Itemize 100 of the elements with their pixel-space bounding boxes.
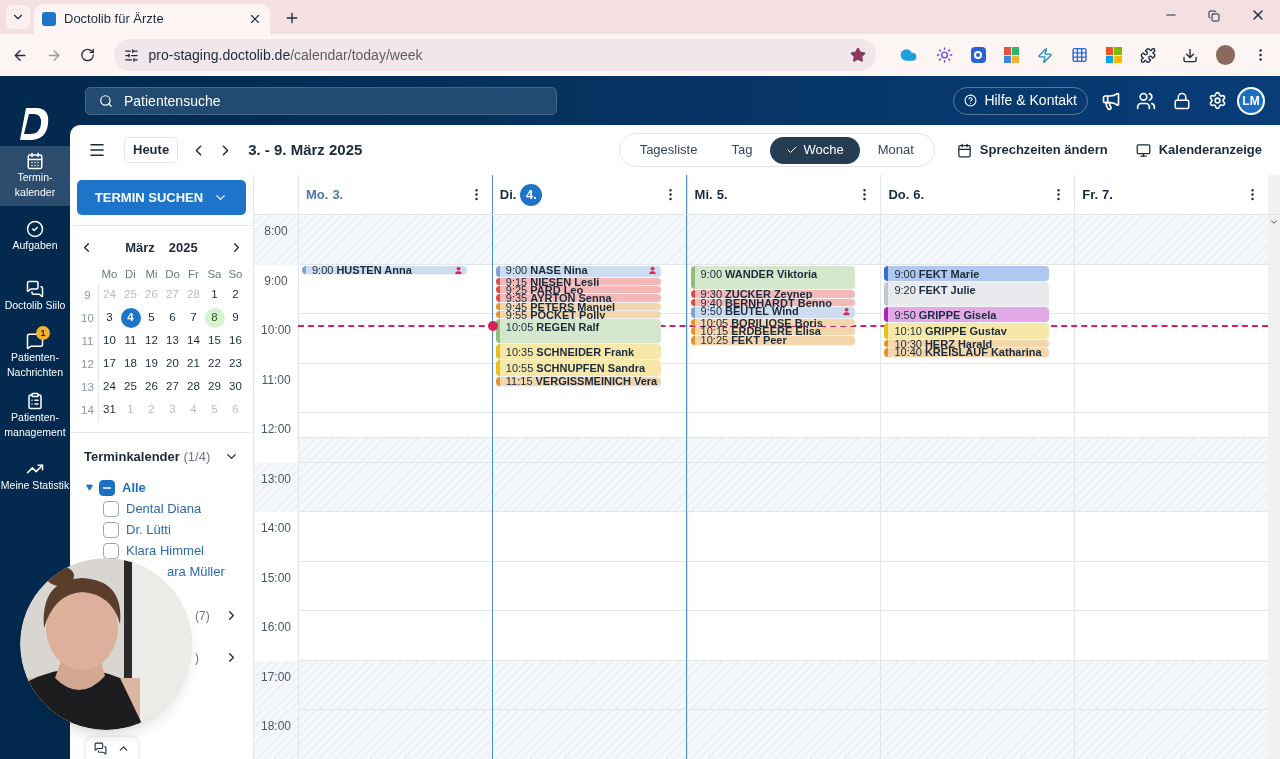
- appointment-card[interactable]: 9:00 HUSTEN Anna: [302, 265, 467, 275]
- reload-icon[interactable]: [80, 47, 96, 63]
- calendar-name[interactable]: Dental Diana: [126, 498, 202, 519]
- appointment-card[interactable]: 9:20 FEKT Julie: [884, 282, 1050, 306]
- calendar-day[interactable]: 21: [183, 354, 204, 374]
- appointment-card[interactable]: 9:50 GRIPPE Gisela: [884, 306, 1050, 323]
- appointment-card[interactable]: 10:10 GRIPPE Gustav: [884, 323, 1050, 339]
- site-info-icon[interactable]: [123, 47, 139, 63]
- ring-icon[interactable]: [970, 47, 986, 63]
- appointment-card[interactable]: 9:50 BEUTEL Wind: [690, 306, 856, 319]
- checkbox[interactable]: [103, 542, 119, 559]
- calendar-day[interactable]: 9: [225, 308, 246, 328]
- calendar-day[interactable]: 19: [141, 354, 162, 374]
- calendar-day[interactable]: 8: [204, 308, 225, 328]
- chat-toggle-button[interactable]: [86, 737, 138, 759]
- calendar-day[interactable]: 13: [162, 331, 183, 351]
- users-icon[interactable]: [1136, 90, 1156, 111]
- lock-icon[interactable]: [1173, 91, 1191, 110]
- calendar-day[interactable]: 14: [183, 331, 204, 351]
- calendar-day[interactable]: 17: [99, 354, 120, 374]
- calendar-day[interactable]: 18: [120, 354, 141, 374]
- new-tab-icon[interactable]: [284, 10, 300, 26]
- calendar-day[interactable]: 23: [225, 354, 246, 374]
- calendar-day[interactable]: 28: [183, 377, 204, 397]
- view-tab[interactable]: Tagesliste: [623, 136, 714, 164]
- view-tab[interactable]: Tag: [715, 136, 769, 164]
- calendar-day[interactable]: 12: [141, 331, 162, 351]
- calendar-day[interactable]: 20: [162, 354, 183, 374]
- calendar-day[interactable]: 26: [141, 377, 162, 397]
- four-squares-icon[interactable]: [1106, 47, 1122, 63]
- appointment-card[interactable]: 10:40 KREISLAUF Katharina: [884, 348, 1050, 357]
- nav-item[interactable]: Patienten- management: [0, 386, 70, 446]
- view-tab[interactable]: Monat: [861, 136, 930, 164]
- scrollbar[interactable]: [1268, 175, 1280, 214]
- cloud-icon[interactable]: [900, 46, 918, 64]
- appointment-card[interactable]: 10:55 SCHNUPFEN Sandra: [495, 360, 661, 376]
- calendar-day[interactable]: 2: [225, 285, 246, 305]
- grid-icon[interactable]: [1071, 46, 1089, 64]
- appointment-card[interactable]: 10:35 SCHNEIDER Frank: [495, 343, 661, 360]
- close-icon[interactable]: [248, 12, 262, 26]
- calendar-day[interactable]: 10: [99, 331, 120, 351]
- calendar-name[interactable]: Klara Himmel: [126, 540, 204, 561]
- appointment-card[interactable]: 10:05 REGEN Ralf: [495, 319, 661, 343]
- address-field[interactable]: pro-staging.doctolib.de/calendar/today/week: [113, 39, 877, 71]
- calendar-day[interactable]: 15: [204, 331, 225, 351]
- download-icon[interactable]: [1181, 46, 1198, 64]
- view-tab[interactable]: Woche: [770, 136, 860, 164]
- sunburst-icon[interactable]: [935, 46, 953, 64]
- patient-search-field[interactable]: Patientensuche: [85, 86, 557, 115]
- calendar-day[interactable]: 31: [99, 400, 120, 420]
- appointment-card[interactable]: 10:25 FEKT Peer: [690, 335, 856, 345]
- settings-icon[interactable]: [1208, 91, 1227, 110]
- appointment-time: 9:15: [505, 277, 528, 286]
- calendar-day[interactable]: 30: [225, 377, 246, 397]
- nav-item[interactable]: Meine Statistik: [0, 446, 70, 506]
- calendar-day[interactable]: 6: [162, 308, 183, 328]
- calendar-day[interactable]: 29: [204, 377, 225, 397]
- toolbar-action[interactable]: Sprechzeiten ändern: [956, 140, 1108, 160]
- extensions-icon[interactable]: [1139, 46, 1156, 64]
- calendar-day[interactable]: 11: [120, 331, 141, 351]
- scroll-down-icon[interactable]: [1269, 217, 1279, 227]
- checkbox[interactable]: [103, 521, 119, 538]
- checkbox[interactable]: [99, 479, 115, 496]
- restore-icon[interactable]: [1208, 10, 1220, 22]
- calendar-day[interactable]: 7: [183, 308, 204, 328]
- nav-item[interactable]: 1 Patienten- Nachrichten: [0, 326, 70, 386]
- today-button[interactable]: Heute: [124, 137, 179, 163]
- appointment-card[interactable]: 9:00 WANDER Viktoria: [690, 265, 856, 290]
- calendar-day[interactable]: 5: [141, 308, 162, 328]
- megaphone-icon[interactable]: [1101, 90, 1121, 111]
- menu-icon[interactable]: [88, 141, 106, 159]
- calendar-name[interactable]: ara Müller: [167, 561, 225, 582]
- calendar-day[interactable]: 22: [204, 354, 225, 374]
- calendar-day[interactable]: 24: [99, 377, 120, 397]
- color-blocks-icon[interactable]: [1003, 47, 1020, 63]
- calendar-day[interactable]: 27: [162, 377, 183, 397]
- appointment-card[interactable]: 11:15 VERGISSMEINICH Vera: [495, 376, 661, 386]
- nav-item[interactable]: Termin- kalender: [0, 146, 70, 206]
- browser-tab[interactable]: Doctolib für Ärzte: [34, 4, 270, 34]
- calendar-day[interactable]: 16: [225, 331, 246, 351]
- search-appointment-button[interactable]: TERMIN SUCHEN: [77, 180, 246, 215]
- calendar-name[interactable]: Dr. Lütti: [126, 519, 171, 540]
- caret-icon[interactable]: [86, 484, 93, 491]
- nav-item[interactable]: Aufgaben: [0, 206, 70, 266]
- toolbar-action[interactable]: Kalenderanzeige: [1135, 140, 1262, 160]
- calendar-day[interactable]: 4: [120, 308, 141, 328]
- profile-avatar-icon[interactable]: [1215, 45, 1235, 65]
- checkbox[interactable]: [103, 500, 119, 517]
- patient-name: PETERS Manuel: [530, 302, 616, 311]
- patient-name: FEKT Marie: [918, 267, 980, 281]
- calendar-day[interactable]: 25: [120, 377, 141, 397]
- tab-list-button[interactable]: [6, 5, 30, 29]
- bookmark-star-icon[interactable]: [850, 47, 867, 63]
- nav-item[interactable]: Doctolib Siilo: [0, 266, 70, 326]
- appointment-card[interactable]: 9:00 FEKT Marie: [884, 265, 1050, 281]
- lightning-icon[interactable]: [1037, 46, 1054, 64]
- calendar-day[interactable]: 1: [204, 285, 225, 305]
- calendar-day[interactable]: 3: [99, 308, 120, 328]
- calendar-name[interactable]: Alle: [122, 477, 146, 498]
- user-avatar[interactable]: LM: [1237, 86, 1265, 115]
